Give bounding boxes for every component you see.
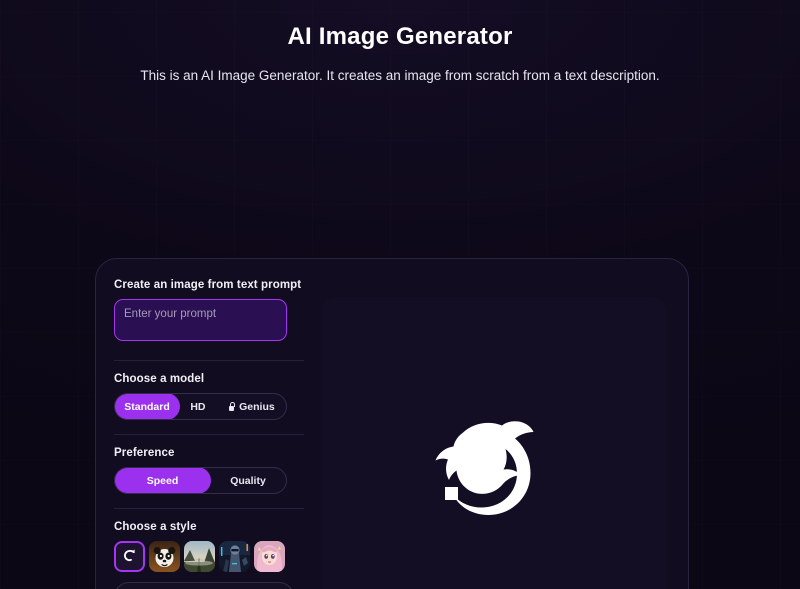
model-segmented-control: Standard HD Genius [114, 393, 287, 420]
page-header: AI Image Generator This is an AI Image G… [0, 0, 800, 85]
style-thumb-landscape[interactable] [184, 541, 215, 572]
style-thumb-panda[interactable] [149, 541, 180, 572]
preference-label: Preference [114, 447, 175, 459]
style-thumb-anime-portrait[interactable] [254, 541, 285, 572]
dolphin-logo [435, 421, 534, 515]
style-thumbnail-list [114, 541, 287, 572]
model-option-hd[interactable]: HD [179, 394, 217, 419]
cyberpunk-thumbnail-image [219, 541, 250, 572]
model-label: Choose a model [114, 373, 205, 385]
preference-option-quality-label: Quality [230, 474, 266, 487]
prompt-input[interactable] [114, 299, 287, 341]
reset-arrow-icon [124, 549, 135, 562]
prompt-label: Create an image from text prompt [114, 279, 302, 291]
model-option-genius[interactable]: Genius [217, 394, 286, 419]
landscape-thumbnail-image [184, 541, 215, 572]
image-preview-panel[interactable] [322, 297, 666, 589]
model-option-hd-label: HD [190, 400, 206, 413]
style-thumb-no-style[interactable] [114, 541, 145, 572]
view-all-styles-button[interactable]: View all +100 styles [114, 582, 294, 589]
divider-style [114, 508, 304, 509]
page-subtitle: This is an AI Image Generator. It create… [140, 68, 660, 83]
preference-segmented-control: Speed Quality [114, 467, 287, 494]
divider-model [114, 360, 304, 361]
preference-option-speed-label: Speed [146, 474, 179, 487]
model-option-standard[interactable]: Standard [115, 394, 179, 419]
page-title: AI Image Generator [287, 23, 513, 50]
lock-icon [228, 402, 236, 411]
controls-panel: Create an image from text prompt Choose … [114, 275, 304, 589]
divider-preference [114, 434, 304, 435]
panda-thumbnail-image [149, 541, 180, 572]
style-label: Choose a style [114, 521, 197, 533]
generator-card: Create an image from text prompt Choose … [95, 258, 689, 589]
model-option-standard-label: Standard [124, 400, 170, 413]
model-option-genius-label: Genius [239, 400, 275, 413]
style-thumb-cyberpunk[interactable] [219, 541, 250, 572]
anime-portrait-thumbnail-image [254, 541, 285, 572]
preference-option-quality[interactable]: Quality [210, 468, 286, 493]
preference-option-speed[interactable]: Speed [115, 468, 210, 493]
